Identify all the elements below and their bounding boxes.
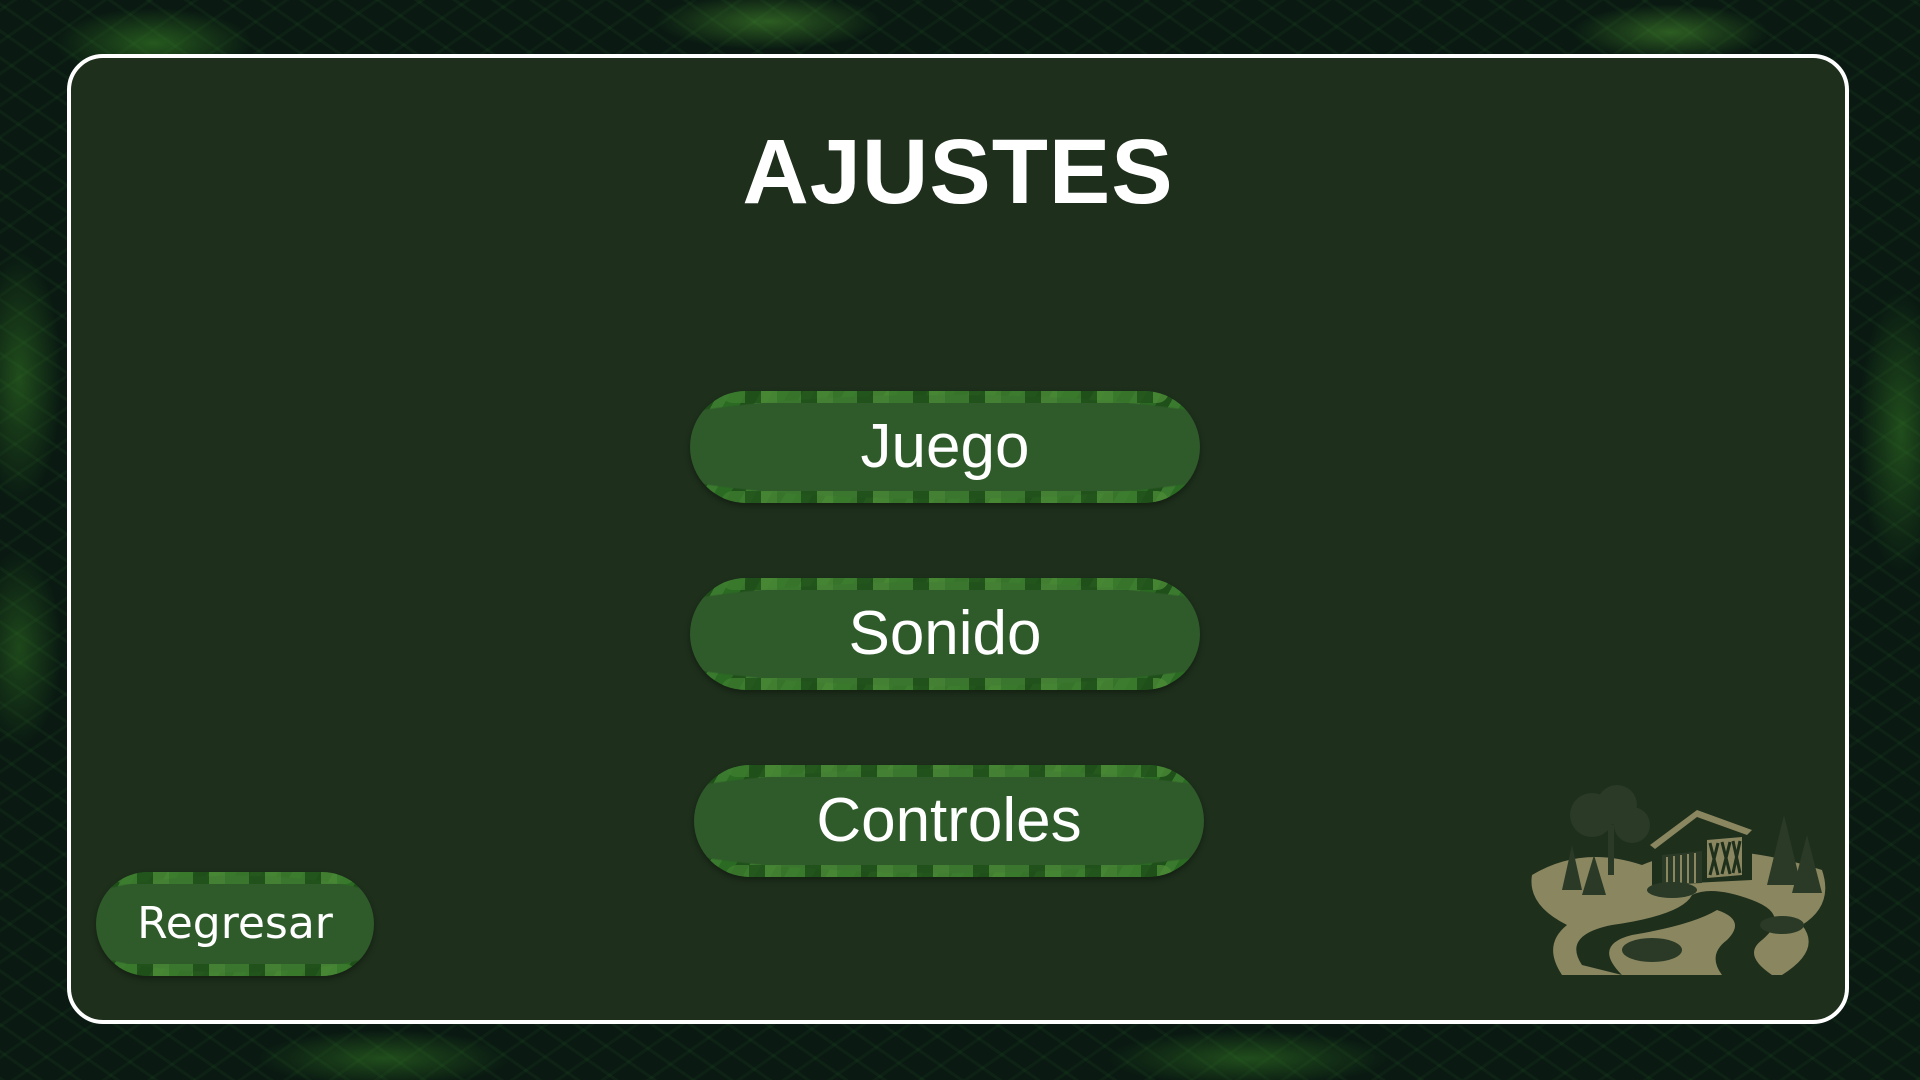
- game-settings-button[interactable]: Juego: [690, 391, 1200, 503]
- game-settings-label: Juego: [860, 412, 1030, 481]
- controls-settings-button[interactable]: Controles: [694, 765, 1204, 877]
- back-button-label: Regresar: [137, 898, 333, 949]
- sound-settings-label: Sonido: [848, 599, 1042, 668]
- controls-settings-label: Controles: [816, 786, 1082, 855]
- sound-settings-button[interactable]: Sonido: [690, 578, 1200, 690]
- page-title: AJUSTES: [742, 121, 1174, 223]
- farmhouse-landscape-icon: [1531, 785, 1826, 975]
- back-button[interactable]: Regresar: [96, 872, 374, 976]
